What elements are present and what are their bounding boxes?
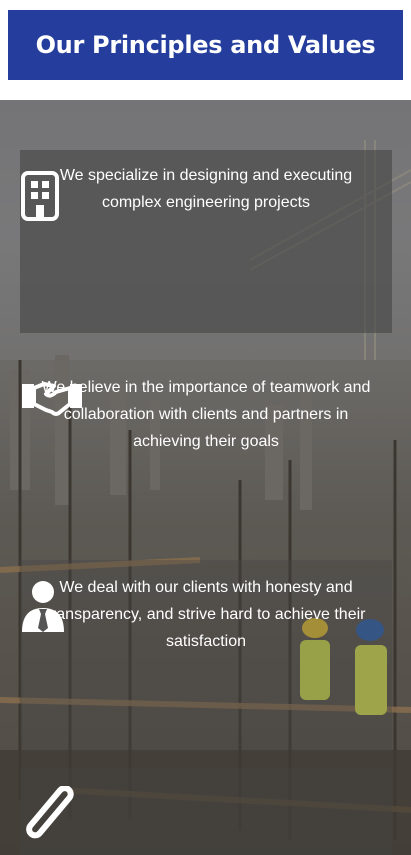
principle-text: We deal with our clients with honesty an… bbox=[46, 579, 366, 650]
construction-background: We specialize in designing and executing… bbox=[0, 100, 411, 855]
principle-card-quality bbox=[20, 768, 392, 855]
handshake-icon bbox=[22, 382, 82, 416]
principle-text: We specialize in designing and executing… bbox=[59, 167, 353, 211]
page-title: Our Principles and Values bbox=[35, 31, 376, 59]
principle-card-expertise: We specialize in designing and executing… bbox=[20, 150, 392, 333]
principle-card-integrity: We deal with our clients with honesty an… bbox=[20, 560, 392, 750]
page-title-banner: Our Principles and Values bbox=[8, 10, 403, 80]
user-tie-icon bbox=[22, 581, 64, 632]
ruler-icon bbox=[26, 786, 74, 839]
principle-card-teamwork: We believe in the importance of teamwork… bbox=[20, 354, 392, 540]
building-icon bbox=[21, 171, 59, 221]
